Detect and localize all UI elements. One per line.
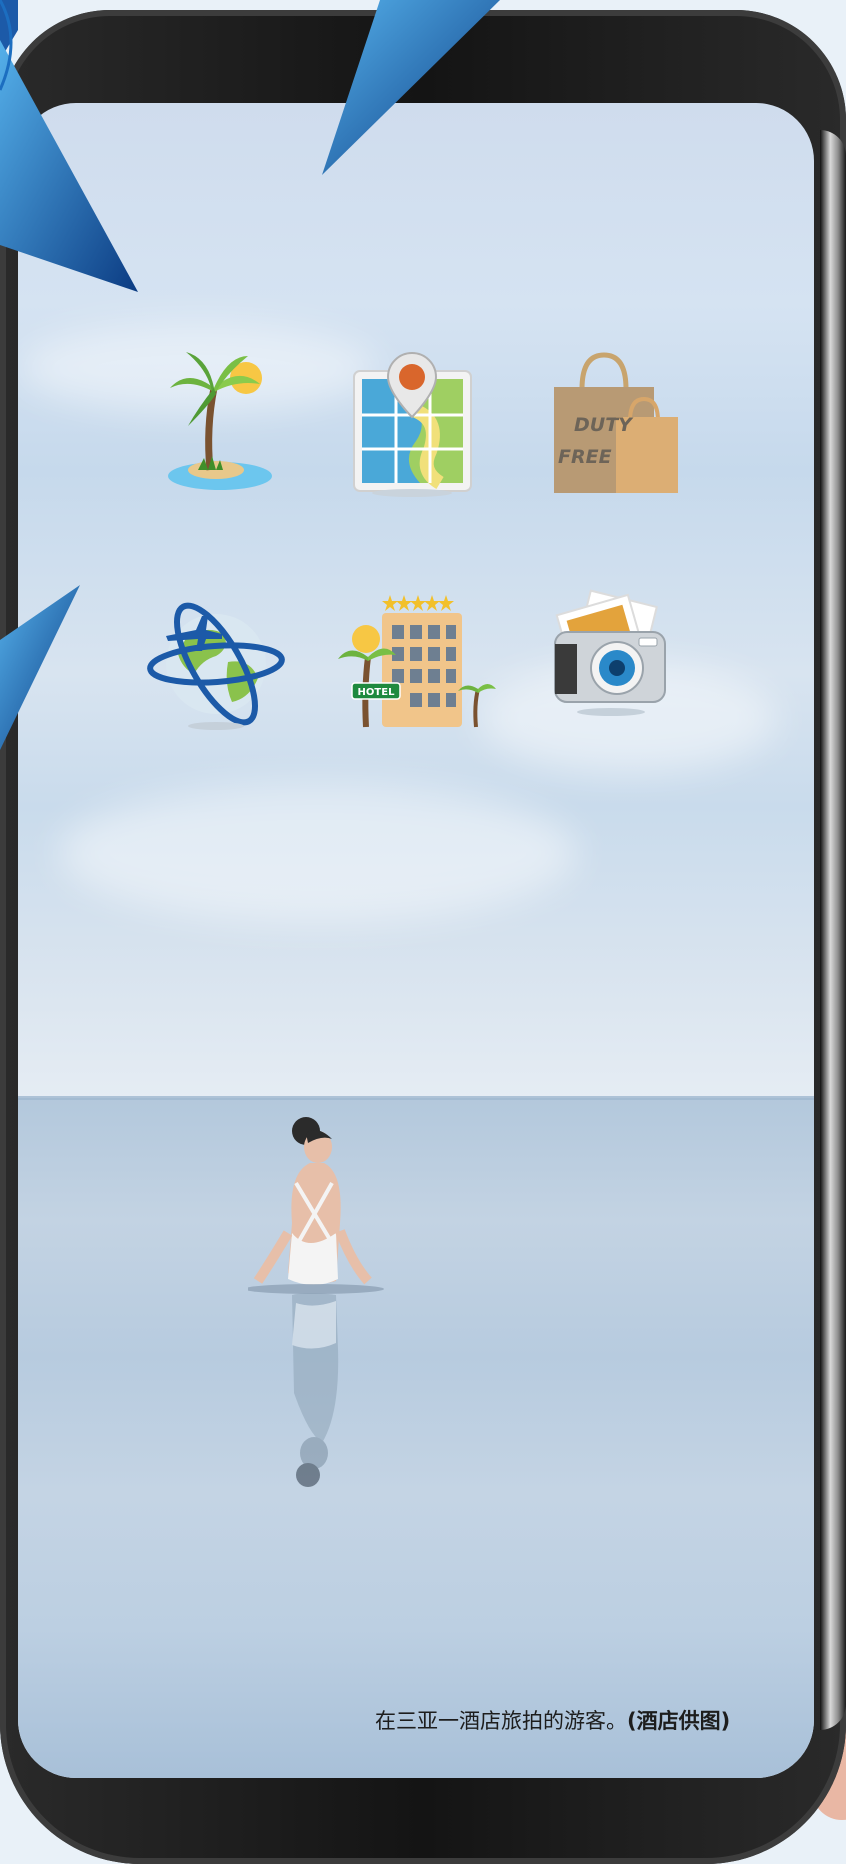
decorative-blue-wedges xyxy=(0,0,500,750)
